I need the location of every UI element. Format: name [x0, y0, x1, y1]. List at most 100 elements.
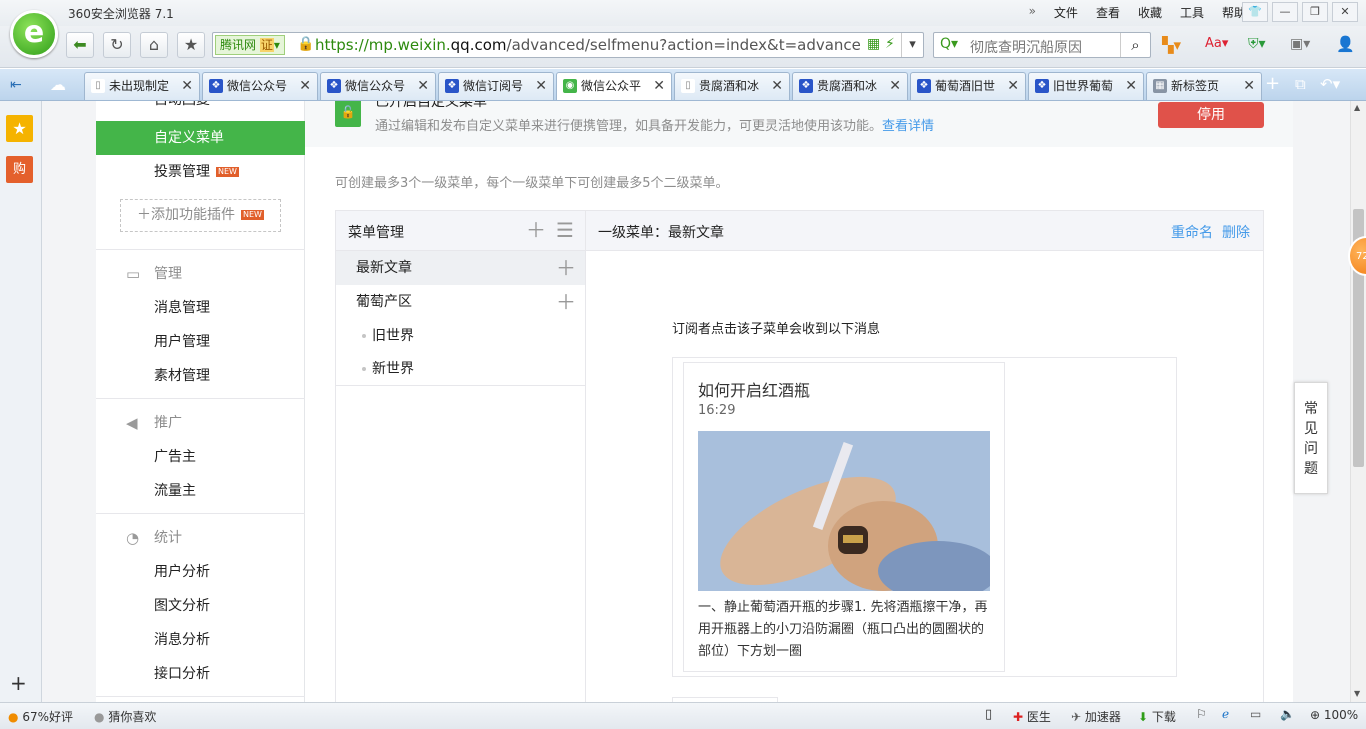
menu-item-latest[interactable]: 最新文章 ＋	[336, 251, 585, 285]
sidebar-item-custom-menu[interactable]: 自定义菜单	[96, 121, 305, 155]
tab-close-icon[interactable]: ✕	[653, 73, 665, 99]
url-text[interactable]: https://mp.weixin.qq.com/advanced/selfme…	[315, 36, 860, 54]
accelerator-item[interactable]: ✈ 加速器	[1071, 708, 1121, 725]
sidebar-item-materials[interactable]: 素材管理	[96, 359, 305, 393]
tab-8[interactable]: ❖ 葡萄酒旧世 ✕	[910, 72, 1026, 100]
doctor-item[interactable]: ✚ 医生	[1013, 708, 1051, 725]
close-button[interactable]: ✕	[1332, 2, 1358, 22]
stop-button[interactable]: 停用	[1158, 102, 1264, 128]
cloud-icon[interactable]: ☁	[50, 75, 66, 94]
guess-item[interactable]: ● 猜你喜欢	[94, 708, 156, 725]
tab-7[interactable]: ❖ 贵腐酒和冰 ✕	[792, 72, 908, 100]
skin-icon[interactable]: 👕	[1242, 2, 1268, 22]
view-details-link[interactable]: 查看详情	[882, 119, 934, 134]
ie-icon[interactable]: ℯ	[1222, 707, 1229, 721]
sidebar-item-message-analysis[interactable]: 消息分析	[96, 623, 305, 657]
add-submenu-icon[interactable]: ＋	[556, 292, 576, 312]
qrcode-icon[interactable]: ▦	[867, 36, 880, 52]
restore-tabs-icon[interactable]: ⧉	[1295, 75, 1306, 93]
sidebar-item-api-analysis[interactable]: 接口分析	[96, 657, 305, 691]
refresh-button[interactable]: ↻	[103, 32, 131, 58]
add-submenu-icon[interactable]: ＋	[556, 258, 576, 278]
tab-10[interactable]: ▦ 新标签页 ✕	[1146, 72, 1262, 100]
window-icon[interactable]: ▭	[1250, 707, 1261, 721]
sidebar-item-user-analysis[interactable]: 用户分析	[96, 555, 305, 589]
shield-icon[interactable]: ⛨▾	[1248, 36, 1266, 52]
restore-button[interactable]: ❐	[1302, 2, 1328, 22]
tab-close-icon[interactable]: ✕	[1007, 73, 1019, 99]
tab-5[interactable]: ◉ 微信公众平 ✕	[556, 72, 672, 100]
tab-close-icon[interactable]: ✕	[1243, 73, 1255, 99]
page-icon: ▯	[91, 79, 105, 93]
more-icon[interactable]: »	[1029, 4, 1036, 21]
tab-9[interactable]: ❖ 旧世界葡萄 ✕	[1028, 72, 1144, 100]
minimize-button[interactable]: —	[1272, 2, 1298, 22]
submenu-item-old-world[interactable]: 旧世界	[336, 319, 585, 353]
undo-close-icon[interactable]: ↶▾	[1320, 75, 1340, 93]
apps-icon[interactable]: ▚▾	[1162, 36, 1181, 54]
menu-tools[interactable]: 工具	[1180, 4, 1204, 21]
tab-close-icon[interactable]: ✕	[181, 73, 193, 99]
faq-float-button[interactable]: 常见问题	[1294, 382, 1328, 494]
flag-icon[interactable]: ⚐	[1196, 707, 1207, 721]
delete-link[interactable]: 删除	[1222, 222, 1250, 242]
back-button[interactable]: ⬅	[66, 32, 94, 58]
rename-link[interactable]: 重命名	[1171, 222, 1213, 242]
new-tab-icon[interactable]: +	[1265, 73, 1280, 94]
tab-close-icon[interactable]: ✕	[771, 73, 783, 99]
vertical-scrollbar[interactable]: ▲ ▼	[1350, 101, 1366, 702]
menu-view[interactable]: 查看	[1096, 4, 1120, 21]
address-dropdown-icon[interactable]: ▾	[901, 33, 923, 57]
home-button[interactable]: ⌂	[140, 32, 168, 58]
search-input[interactable]: 彻底查明沉船原因	[970, 37, 1082, 57]
sidebar-item-vote[interactable]: 投票管理 NEW	[96, 155, 305, 189]
screenshot-icon[interactable]: ▣▾	[1290, 36, 1310, 52]
browser-logo-icon[interactable]: e	[10, 10, 58, 58]
search-icon[interactable]: ⌕	[1120, 33, 1150, 57]
download-item[interactable]: ⬇ 下载	[1138, 708, 1176, 725]
add-sidebar-icon[interactable]: +	[10, 671, 27, 695]
sidebar-item-advertiser[interactable]: 广告主	[96, 440, 305, 474]
tab-1[interactable]: ▯ 未出现制定 ✕	[84, 72, 200, 100]
sidebar-item-auto-reply[interactable]: 自动回复	[96, 101, 305, 117]
search-engine-icon[interactable]: Q▾	[940, 36, 958, 52]
user-icon[interactable]: 👤	[1336, 35, 1355, 53]
scroll-up-icon[interactable]: ▲	[1354, 103, 1360, 112]
sidebar-item-users[interactable]: 用户管理	[96, 325, 305, 359]
site-badge[interactable]: 腾讯网 证▾	[215, 35, 285, 55]
shopping-bag-icon[interactable]: 购	[6, 156, 33, 183]
tab-close-icon[interactable]: ✕	[299, 73, 311, 99]
tab-2[interactable]: ❖ 微信公众号 ✕	[202, 72, 318, 100]
tab-close-icon[interactable]: ✕	[889, 73, 901, 99]
sidebar-item-traffic[interactable]: 流量主	[96, 474, 305, 508]
article-card[interactable]: 如何开启红酒瓶 16:29 一、静止葡萄酒开瓶的步骤1. 先将酒瓶擦干净，再用开…	[683, 362, 1005, 672]
tab-3[interactable]: ❖ 微信公众号 ✕	[320, 72, 436, 100]
favorites-star-icon[interactable]: ★	[6, 115, 33, 142]
rating-item[interactable]: ● 67%好评	[8, 708, 73, 725]
address-bar[interactable]: 腾讯网 证▾ 🔒 https://mp.weixin.qq.com/advanc…	[212, 32, 924, 58]
tab-close-icon[interactable]: ✕	[1125, 73, 1137, 99]
tab-close-icon[interactable]: ✕	[417, 73, 429, 99]
tab-6[interactable]: ▯ 贵腐酒和冰 ✕	[674, 72, 790, 100]
scroll-down-icon[interactable]: ▼	[1354, 689, 1360, 698]
tab-close-icon[interactable]: ✕	[535, 73, 547, 99]
favorite-button[interactable]: ★	[177, 32, 205, 58]
sidebar-toggle-icon[interactable]: ⇤	[10, 77, 22, 93]
add-menu-icon[interactable]: ＋	[526, 220, 546, 240]
speed-mode-icon[interactable]: ⚡	[885, 36, 895, 52]
paw-icon: ❖	[799, 79, 813, 93]
sidebar-item-article-analysis[interactable]: 图文分析	[96, 589, 305, 623]
search-box[interactable]: Q▾ 彻底查明沉船原因 ⌕	[933, 32, 1151, 58]
pdf-icon[interactable]: Aa▾	[1205, 36, 1228, 51]
tab-4[interactable]: ❖ 微信订阅号 ✕	[438, 72, 554, 100]
add-plugin-button[interactable]: ＋添加功能插件 NEW	[120, 199, 281, 232]
zoom-item[interactable]: ⊕ 100%	[1310, 708, 1358, 722]
menu-item-regions[interactable]: 葡萄产区 ＋	[336, 285, 585, 319]
sort-menu-icon[interactable]: ☰	[556, 220, 574, 240]
menu-file[interactable]: 文件	[1054, 4, 1078, 21]
submenu-item-new-world[interactable]: 新世界	[336, 352, 585, 386]
volume-icon[interactable]: 🔈	[1280, 707, 1295, 721]
menu-favorites[interactable]: 收藏	[1138, 4, 1162, 21]
sidebar-item-message[interactable]: 消息管理	[96, 291, 305, 325]
mobile-icon[interactable]: ▯	[985, 707, 992, 722]
